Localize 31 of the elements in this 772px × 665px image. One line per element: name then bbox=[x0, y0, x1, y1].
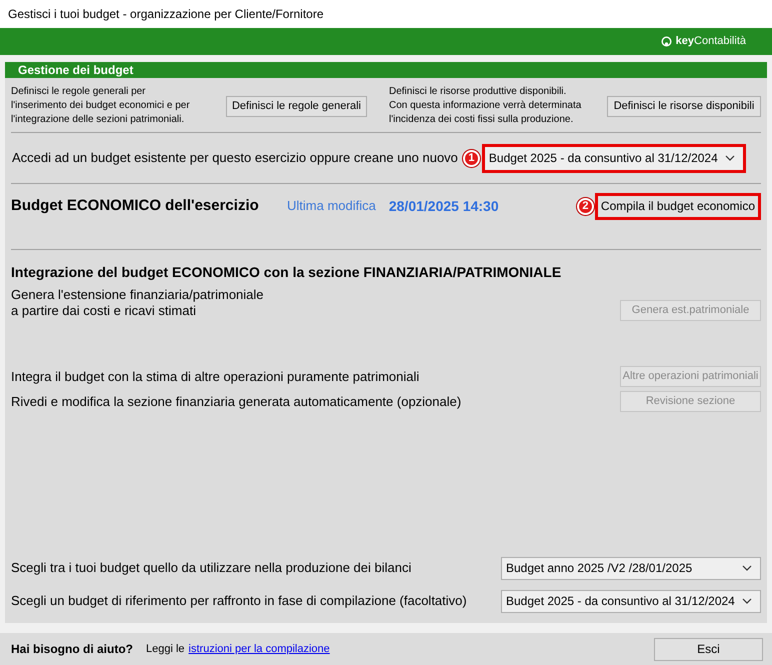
dropdown[interactable]: Budget 2025 - da consuntivo al 31/12/2024 bbox=[482, 144, 746, 172]
dropdown[interactable]: Budget anno 2025 /V2 /28/01/2025 bbox=[501, 556, 761, 580]
description-text: Definisci le regole generali per l'inserimento dei budget economici e per l'integrazione delle sezioni patrimoniali. bbox=[11, 85, 191, 127]
description-text: Genera l'estensione finanziaria/patrimoniale a partire dai costi e ricavi stimati bbox=[11, 287, 264, 320]
choice-label: Scegli tra i tuoi budget quello da utilizzare nella produzione dei bilanci bbox=[11, 559, 412, 578]
description-text: Integra il budget con la stima di altre operazioni puramente patrimoniali bbox=[11, 369, 420, 386]
logo-icon bbox=[660, 36, 672, 47]
chevron-down-icon bbox=[742, 565, 752, 571]
help-title: Hai bisogno di aiuto? bbox=[11, 641, 133, 658]
choice-label: Scegli un budget di riferimento per raffronto in fase di compilazione (facoltativo) bbox=[11, 592, 467, 610]
exit-button[interactable]: Esci bbox=[654, 638, 763, 660]
callout-badge: 1 bbox=[462, 150, 480, 166]
instructions-link[interactable]: istruzioni per la compilazione bbox=[188, 640, 330, 658]
description-text: Rivedi e modifica la sezione finanziaria generata automaticamente (opzionale) bbox=[11, 394, 462, 411]
section-title: Budget ECONOMICO dell'esercizio bbox=[11, 196, 260, 216]
modified-label: Ultima modifica bbox=[287, 197, 376, 216]
callout-badge: 2 bbox=[576, 198, 594, 214]
chevron-down-icon bbox=[742, 598, 752, 604]
modified-date: 28/01/2025 14:30 bbox=[388, 196, 499, 216]
dropdown[interactable]: Budget 2025 - da consuntivo al 31/12/2024 bbox=[501, 590, 761, 612]
window-title: Gestisci i tuoi budget - organizzazione per Cliente/Fornitore bbox=[0, 0, 772, 28]
compile-button[interactable]: Compila il budget economico bbox=[594, 192, 761, 220]
help-text: Leggi le bbox=[146, 642, 185, 657]
action-button[interactable]: Definisci le risorse disponibili bbox=[607, 96, 761, 116]
brand-name: keyContabilità bbox=[676, 34, 746, 50]
section-header: Gestione dei budget bbox=[5, 62, 767, 78]
description-text: Definisci le risorse produttive disponibili. Con questa informazione verrà determinata l'incidenza dei costi fissi sulla produzione. bbox=[389, 85, 582, 127]
action-button[interactable]: Definisci le regole generali bbox=[226, 96, 367, 116]
access-label: Accedi ad un budget esistente per questo esercizio oppure creane uno nuovo bbox=[12, 149, 458, 168]
chevron-down-icon bbox=[724, 155, 735, 161]
section-title: Integrazione del budget ECONOMICO con la sezione FINANZIARIA/PATRIMONIALE bbox=[11, 263, 562, 282]
